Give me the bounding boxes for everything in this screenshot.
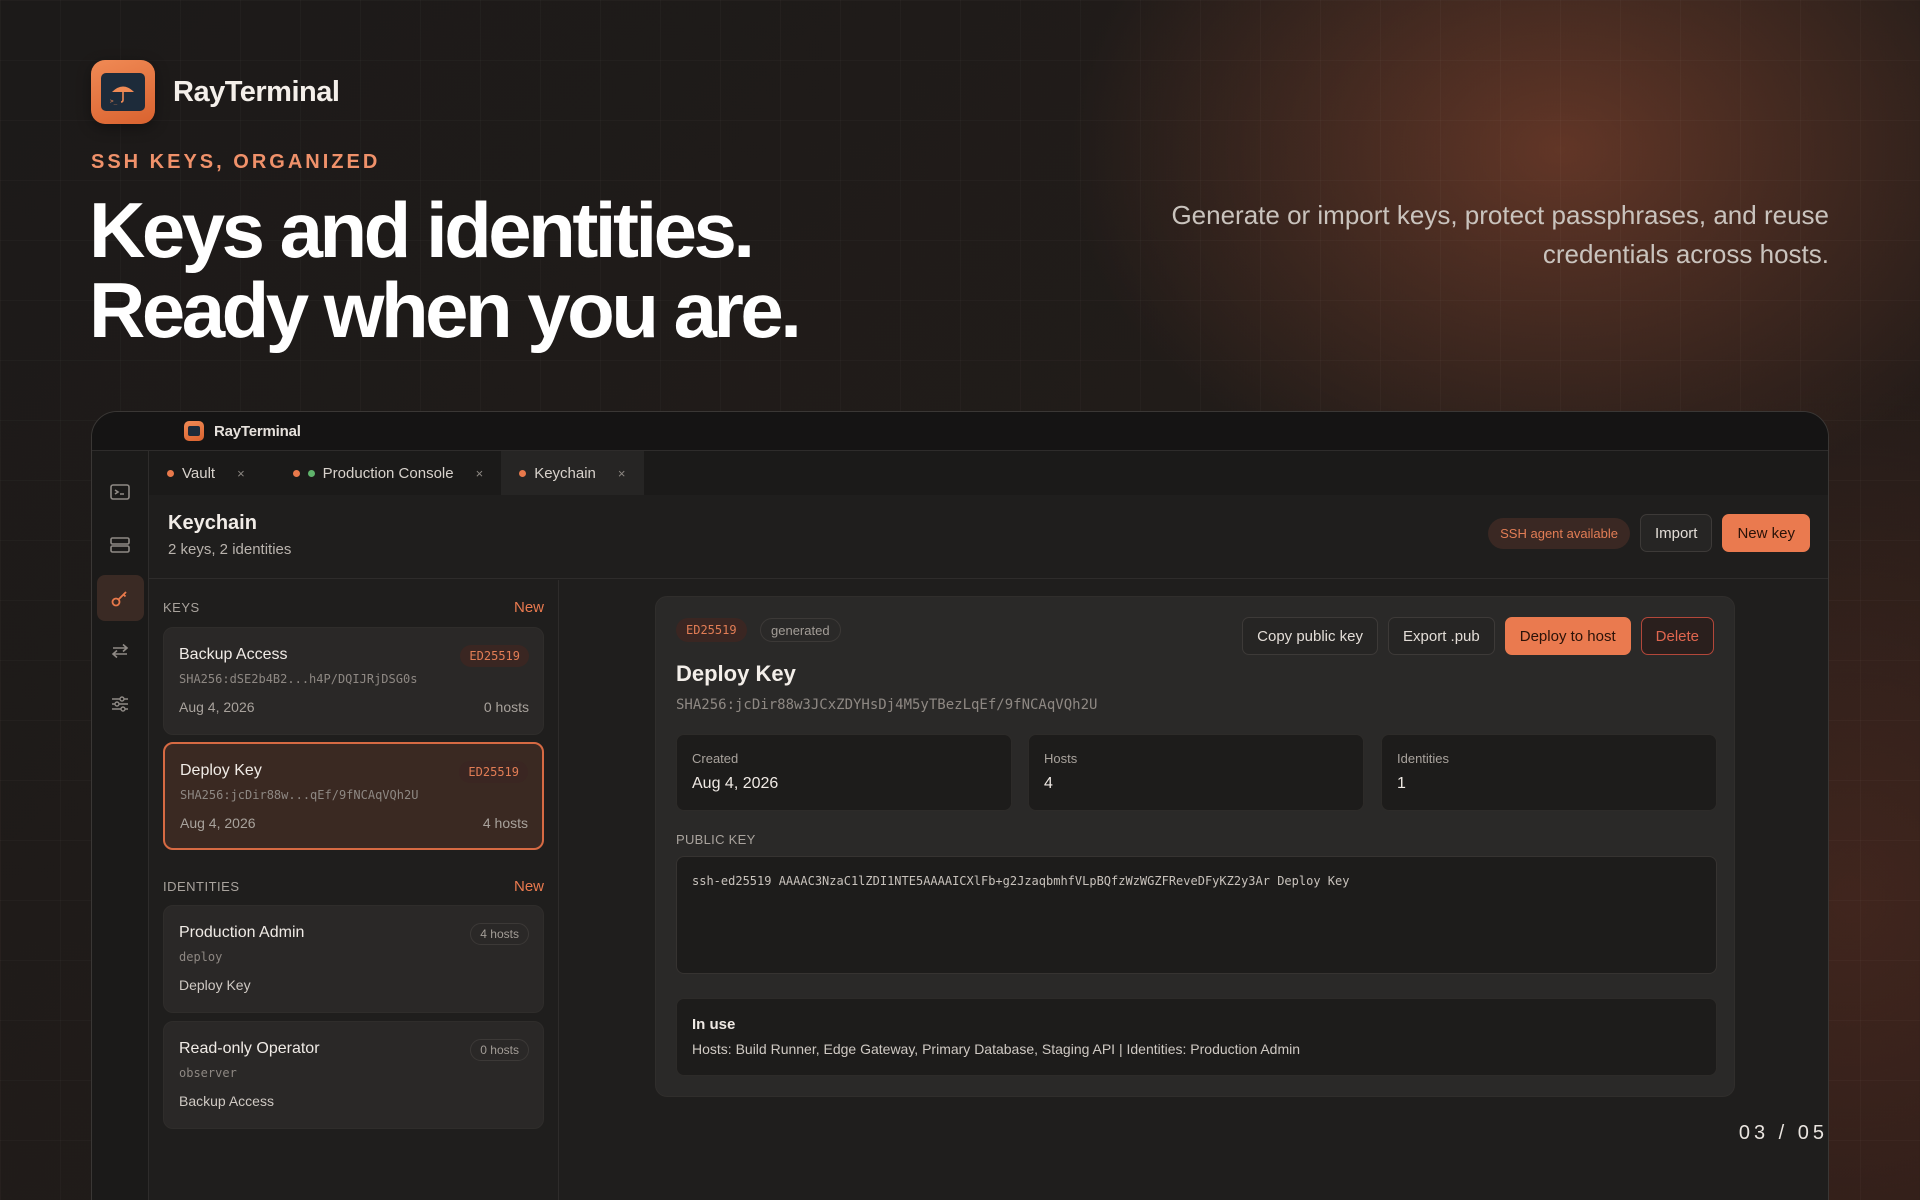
tab-keychain[interactable]: Keychain × xyxy=(501,451,644,495)
sliders-icon[interactable] xyxy=(97,681,144,727)
deploy-to-host-button[interactable]: Deploy to host xyxy=(1504,617,1631,655)
ssh-agent-badge: SSH agent available xyxy=(1488,517,1630,549)
identity-card-production-admin[interactable]: Production Admin 4 hosts deploy Deploy K… xyxy=(163,905,544,1013)
new-key-link[interactable]: New xyxy=(514,599,544,616)
keys-section-header: KEYS New xyxy=(163,599,544,616)
transfer-icon[interactable] xyxy=(97,628,144,674)
identity-host-count: 0 hosts xyxy=(470,1039,529,1061)
detail-title: Deploy Key xyxy=(676,661,796,686)
identity-user: observer xyxy=(179,1066,237,1080)
new-key-button[interactable]: New key xyxy=(1722,514,1810,552)
key-type-badge: ED25519 xyxy=(460,645,529,667)
window-title: RayTerminal xyxy=(214,422,301,440)
key-host-count: 4 hosts xyxy=(482,815,528,831)
new-identity-link[interactable]: New xyxy=(514,878,544,895)
close-icon[interactable]: × xyxy=(618,466,626,481)
key-name: Deploy Key xyxy=(180,762,262,779)
stat-value: 4 xyxy=(1044,775,1053,792)
identity-key: Backup Access xyxy=(179,1093,274,1109)
stat-created: Created Aug 4, 2026 xyxy=(676,734,1012,811)
page-title: Keychain xyxy=(168,512,257,534)
key-detail-panel: ED25519 generated Copy public key Export… xyxy=(655,596,1735,1097)
tab-bar: Vault × Production Console × Keychain × xyxy=(149,451,1828,495)
page-subtitle: 2 keys, 2 identities xyxy=(168,541,292,558)
key-list-pane: KEYS New Backup Access ED25519 SHA256:dS… xyxy=(149,580,559,1200)
copy-public-key-button[interactable]: Copy public key xyxy=(1242,617,1379,655)
key-icon[interactable] xyxy=(96,575,144,621)
stat-value: 1 xyxy=(1397,775,1406,792)
titlebar-logo xyxy=(184,421,204,441)
server-icon[interactable] xyxy=(97,522,144,568)
identity-host-count: 4 hosts xyxy=(470,923,529,945)
key-fingerprint: SHA256:dSE2b4B2...h4P/DQIJRjDSG0s xyxy=(179,672,418,686)
eyebrow: SSH KEYS, ORGANIZED xyxy=(91,151,381,173)
key-date: Aug 4, 2026 xyxy=(179,699,255,715)
tab-production-console[interactable]: Production Console × xyxy=(263,451,502,495)
public-key-label: PUBLIC KEY xyxy=(676,832,756,847)
key-card-backup-access[interactable]: Backup Access ED25519 SHA256:dSE2b4B2...… xyxy=(163,627,544,735)
stat-label: Hosts xyxy=(1044,751,1078,766)
main-area: Vault × Production Console × Keychain × … xyxy=(149,451,1828,1200)
stat-hosts: Hosts 4 xyxy=(1028,734,1364,811)
tab-label: Vault xyxy=(182,464,216,482)
identity-key: Deploy Key xyxy=(179,977,251,993)
in-use-box: In use Hosts: Build Runner, Edge Gateway… xyxy=(676,998,1717,1076)
import-button[interactable]: Import xyxy=(1639,514,1713,552)
identity-name: Production Admin xyxy=(179,924,305,941)
app-window: RayTerminal Vault × Production Console ×… xyxy=(91,411,1829,1200)
detail-actions: Copy public key Export .pub Deploy to ho… xyxy=(1242,617,1714,655)
slide-pager: 03 / 05 xyxy=(1738,1122,1828,1144)
key-card-deploy-key[interactable]: Deploy Key ED25519 SHA256:jcDir88w...qEf… xyxy=(163,742,544,850)
terminal-icon[interactable] xyxy=(97,469,144,515)
connected-dot xyxy=(307,469,315,477)
stat-label: Created xyxy=(692,751,739,766)
identity-card-read-only-operator[interactable]: Read-only Operator 0 hosts observer Back… xyxy=(163,1021,544,1129)
key-host-count: 0 hosts xyxy=(483,699,529,715)
tagline: Generate or import keys, protect passphr… xyxy=(1171,200,1829,269)
stat-label: Identities xyxy=(1397,751,1450,766)
tab-status-dot xyxy=(167,469,174,477)
key-name: Backup Access xyxy=(179,646,288,663)
svg-text:>_: >_ xyxy=(110,98,118,105)
identity-user: deploy xyxy=(179,950,223,964)
hero-headline: Keys and identities. Ready when you are. xyxy=(89,186,802,354)
in-use-title: In use xyxy=(692,1016,736,1033)
brand-name: RayTerminal xyxy=(173,75,340,108)
close-icon[interactable]: × xyxy=(476,466,484,481)
public-key-field[interactable]: ssh-ed25519 AAAAC3NzaC1lZDI1NTE5AAAAICXl… xyxy=(676,856,1717,974)
brand: >_ RayTerminal xyxy=(91,60,340,124)
algorithm-badge: ED25519 xyxy=(676,618,747,642)
app-logo: >_ xyxy=(91,60,155,124)
nav-rail xyxy=(92,451,149,1200)
identities-section-header: IDENTITIES New xyxy=(163,878,544,895)
tab-status-dot xyxy=(292,469,300,477)
key-type-badge: ED25519 xyxy=(459,761,528,783)
identities-heading: IDENTITIES xyxy=(163,879,240,894)
tab-status-dot xyxy=(519,469,527,477)
key-date: Aug 4, 2026 xyxy=(180,815,256,831)
stat-identities: Identities 1 xyxy=(1381,734,1717,811)
tab-label: Production Console xyxy=(322,464,454,482)
delete-button[interactable]: Delete xyxy=(1640,617,1714,655)
identity-name: Read-only Operator xyxy=(179,1040,320,1057)
export-pub-button[interactable]: Export .pub xyxy=(1388,617,1495,655)
hero-line-1: Keys and identities. xyxy=(89,186,755,274)
close-icon[interactable]: × xyxy=(237,466,245,481)
keys-heading: KEYS xyxy=(163,600,200,615)
stat-value: Aug 4, 2026 xyxy=(692,775,779,792)
tab-label: Keychain xyxy=(534,464,596,482)
key-fingerprint: SHA256:jcDir88w...qEf/9fNCAqVQh2U xyxy=(180,788,419,802)
tab-vault[interactable]: Vault × xyxy=(149,451,263,495)
in-use-detail: Hosts: Build Runner, Edge Gateway, Prima… xyxy=(692,1041,1301,1057)
header-actions: SSH agent available Import New key xyxy=(1488,514,1810,552)
page-header: Keychain 2 keys, 2 identities SSH agent … xyxy=(149,495,1828,579)
hero-line-2: Ready when you are. xyxy=(89,266,802,354)
origin-badge: generated xyxy=(760,618,841,642)
titlebar: RayTerminal xyxy=(92,412,1828,451)
detail-fingerprint: SHA256:jcDir88w3JCxZDYHsDj4M5yTBezLqEf/9… xyxy=(676,697,1098,713)
